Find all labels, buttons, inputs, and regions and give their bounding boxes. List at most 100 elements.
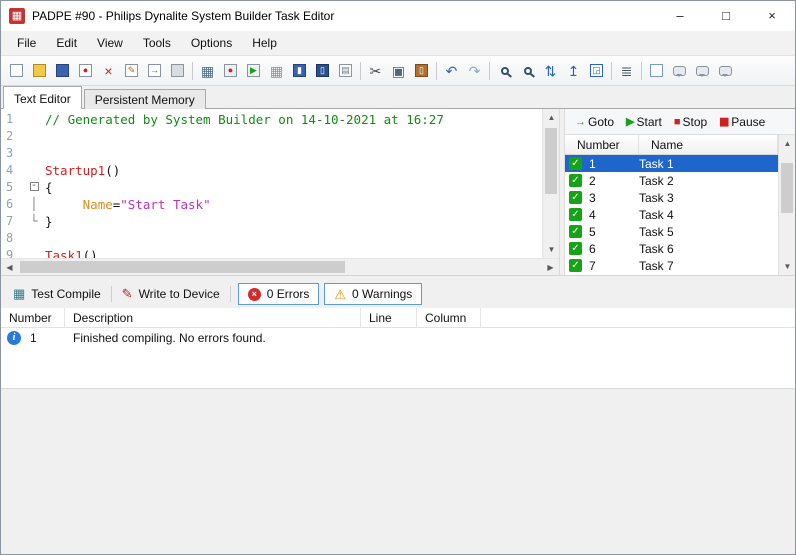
code-editor[interactable]: 1// Generated by System Builder on 14-10… bbox=[1, 109, 559, 276]
task-row[interactable]: ✓ 2 Task 2 bbox=[565, 172, 778, 189]
new-button[interactable] bbox=[5, 59, 28, 83]
scroll-down-icon[interactable]: ▼ bbox=[543, 240, 559, 258]
task-scroll-track[interactable] bbox=[779, 152, 795, 258]
cut-button[interactable]: ✂ bbox=[364, 59, 387, 83]
goto-task-button[interactable]: → Goto bbox=[569, 112, 620, 132]
message-column-line[interactable]: Line bbox=[361, 307, 417, 327]
open-external-button[interactable]: ◲ bbox=[585, 59, 608, 83]
warnings-button[interactable]: 0 Warnings bbox=[324, 283, 423, 305]
copy-button[interactable]: ▣ bbox=[387, 59, 410, 83]
errors-button[interactable]: 0 Errors bbox=[237, 283, 320, 305]
minimize-button[interactable]: – bbox=[657, 1, 703, 31]
menu-view[interactable]: View bbox=[87, 32, 133, 54]
print-button[interactable] bbox=[166, 59, 189, 83]
hscroll-track[interactable] bbox=[18, 259, 542, 275]
copy-icon: ▣ bbox=[391, 62, 406, 79]
menu-help[interactable]: Help bbox=[242, 32, 287, 54]
properties-button[interactable]: ✎ bbox=[120, 59, 143, 83]
manual-icon: ▤ bbox=[339, 64, 352, 77]
save-button[interactable] bbox=[51, 59, 74, 83]
find-icon bbox=[500, 66, 509, 75]
open-button[interactable] bbox=[28, 59, 51, 83]
vscroll-thumb[interactable] bbox=[545, 128, 557, 195]
undo-button[interactable]: ↶ bbox=[440, 59, 463, 83]
fold-gutter bbox=[27, 111, 41, 128]
fold-marker: │ bbox=[30, 197, 38, 211]
find-next-button[interactable]: ⇅ bbox=[539, 59, 562, 83]
redo-button[interactable]: ↷ bbox=[463, 59, 486, 83]
maximize-button[interactable]: □ bbox=[703, 1, 749, 31]
toolbar-separator bbox=[489, 61, 490, 80]
line-number: 8 bbox=[6, 231, 14, 245]
check-icon: ✓ bbox=[569, 208, 582, 221]
test-compile-button[interactable]: ▦ Test Compile bbox=[5, 283, 109, 305]
start-task-button[interactable]: ▶ Start bbox=[620, 112, 668, 132]
manual-button[interactable]: ▤ bbox=[334, 59, 357, 83]
task-row[interactable]: ✓ 5 Task 5 bbox=[565, 223, 778, 240]
network-button[interactable]: ▦ bbox=[265, 59, 288, 83]
message-number: 1 bbox=[30, 330, 37, 345]
pause-task-button[interactable]: ▮▮ Pause bbox=[713, 112, 771, 132]
close-button[interactable]: × bbox=[749, 1, 795, 31]
export-button[interactable]: → bbox=[143, 59, 166, 83]
hscroll-thumb[interactable] bbox=[20, 260, 345, 273]
find-replace-button[interactable] bbox=[516, 59, 539, 83]
editor-horizontal-scrollbar[interactable]: ◀ ▶ bbox=[1, 257, 559, 276]
code-viewport[interactable]: 1// Generated by System Builder on 14-10… bbox=[1, 109, 559, 258]
pause-icon: ▮▮ bbox=[719, 116, 729, 128]
menu-file[interactable]: File bbox=[7, 32, 46, 54]
task-row[interactable]: ✓ 3 Task 3 bbox=[565, 189, 778, 206]
task-scroll-up-icon[interactable]: ▲ bbox=[779, 135, 795, 152]
message-column-column[interactable]: Column bbox=[417, 307, 481, 327]
task-column-number[interactable]: Number bbox=[565, 135, 639, 154]
stop-task-button[interactable]: ■ Stop bbox=[668, 112, 713, 132]
device-run-button[interactable]: ▶ bbox=[242, 59, 265, 83]
title-bar[interactable]: ▦ PADPE #90 - Philips Dynalite System Bu… bbox=[1, 1, 795, 31]
comment-view-button[interactable] bbox=[668, 59, 691, 83]
warnings-label: 0 Warnings bbox=[352, 287, 413, 301]
task-name: Task 7 bbox=[639, 258, 674, 273]
scroll-left-icon[interactable]: ◀ bbox=[1, 258, 18, 276]
tab-text-editor[interactable]: Text Editor bbox=[3, 86, 82, 109]
paste-button[interactable]: ▯ bbox=[410, 59, 433, 83]
task-scroll-thumb[interactable] bbox=[781, 162, 793, 214]
goto-line-button[interactable]: ↥ bbox=[562, 59, 585, 83]
message-column-description[interactable]: Description bbox=[65, 307, 361, 327]
task-row[interactable]: ✓ 4 Task 4 bbox=[565, 206, 778, 223]
vscroll-track[interactable] bbox=[543, 126, 559, 241]
library-button[interactable]: ▮ bbox=[288, 59, 311, 83]
editor-vertical-scrollbar[interactable]: ▲ ▼ bbox=[542, 109, 559, 258]
catalog-button[interactable]: ▯ bbox=[311, 59, 334, 83]
task-column-name[interactable]: Name bbox=[639, 135, 778, 154]
code-text[interactable]: 1// Generated by System Builder on 14-10… bbox=[1, 109, 542, 258]
task-name: Task 5 bbox=[639, 224, 674, 239]
message-column-number[interactable]: Number bbox=[1, 307, 65, 327]
task-scroll-down-icon[interactable]: ▼ bbox=[779, 257, 795, 275]
find-button[interactable] bbox=[493, 59, 516, 83]
fold-collapse-icon[interactable]: - bbox=[29, 181, 39, 191]
device-stop-button[interactable]: ● bbox=[219, 59, 242, 83]
comment-add-button[interactable] bbox=[691, 59, 714, 83]
app-window: ▦ PADPE #90 - Philips Dynalite System Bu… bbox=[0, 0, 796, 555]
delete-button[interactable]: × bbox=[97, 59, 120, 83]
comment-list-button[interactable] bbox=[714, 59, 737, 83]
menu-edit[interactable]: Edit bbox=[46, 32, 87, 54]
menu-options[interactable]: Options bbox=[181, 32, 242, 54]
task-row[interactable]: ✓ 6 Task 6 bbox=[565, 240, 778, 257]
task-row[interactable]: ✓ 1 Task 1 bbox=[565, 155, 778, 172]
task-list-button[interactable]: ≣ bbox=[615, 59, 638, 83]
scroll-right-icon[interactable]: ▶ bbox=[542, 258, 559, 276]
scroll-up-icon[interactable]: ▲ bbox=[543, 109, 559, 126]
message-row[interactable]: 1 Finished compiling. No errors found. bbox=[1, 328, 795, 348]
write-to-device-label: Write to Device bbox=[138, 287, 220, 301]
grid-view-button[interactable]: ▦ bbox=[196, 59, 219, 83]
task-list-scrollbar[interactable]: ▲ ▼ bbox=[778, 135, 795, 275]
task-row[interactable]: ✓ 7 Task 7 bbox=[565, 257, 778, 274]
tab-persistent-memory[interactable]: Persistent Memory bbox=[83, 89, 206, 109]
toolbar-separator bbox=[192, 61, 193, 80]
save-all-button[interactable]: ● bbox=[74, 59, 97, 83]
write-to-device-button[interactable]: ✎ Write to Device bbox=[114, 283, 228, 305]
menu-tools[interactable]: Tools bbox=[133, 32, 181, 54]
line-number: 2 bbox=[6, 129, 14, 143]
new-window-button[interactable] bbox=[645, 59, 668, 83]
